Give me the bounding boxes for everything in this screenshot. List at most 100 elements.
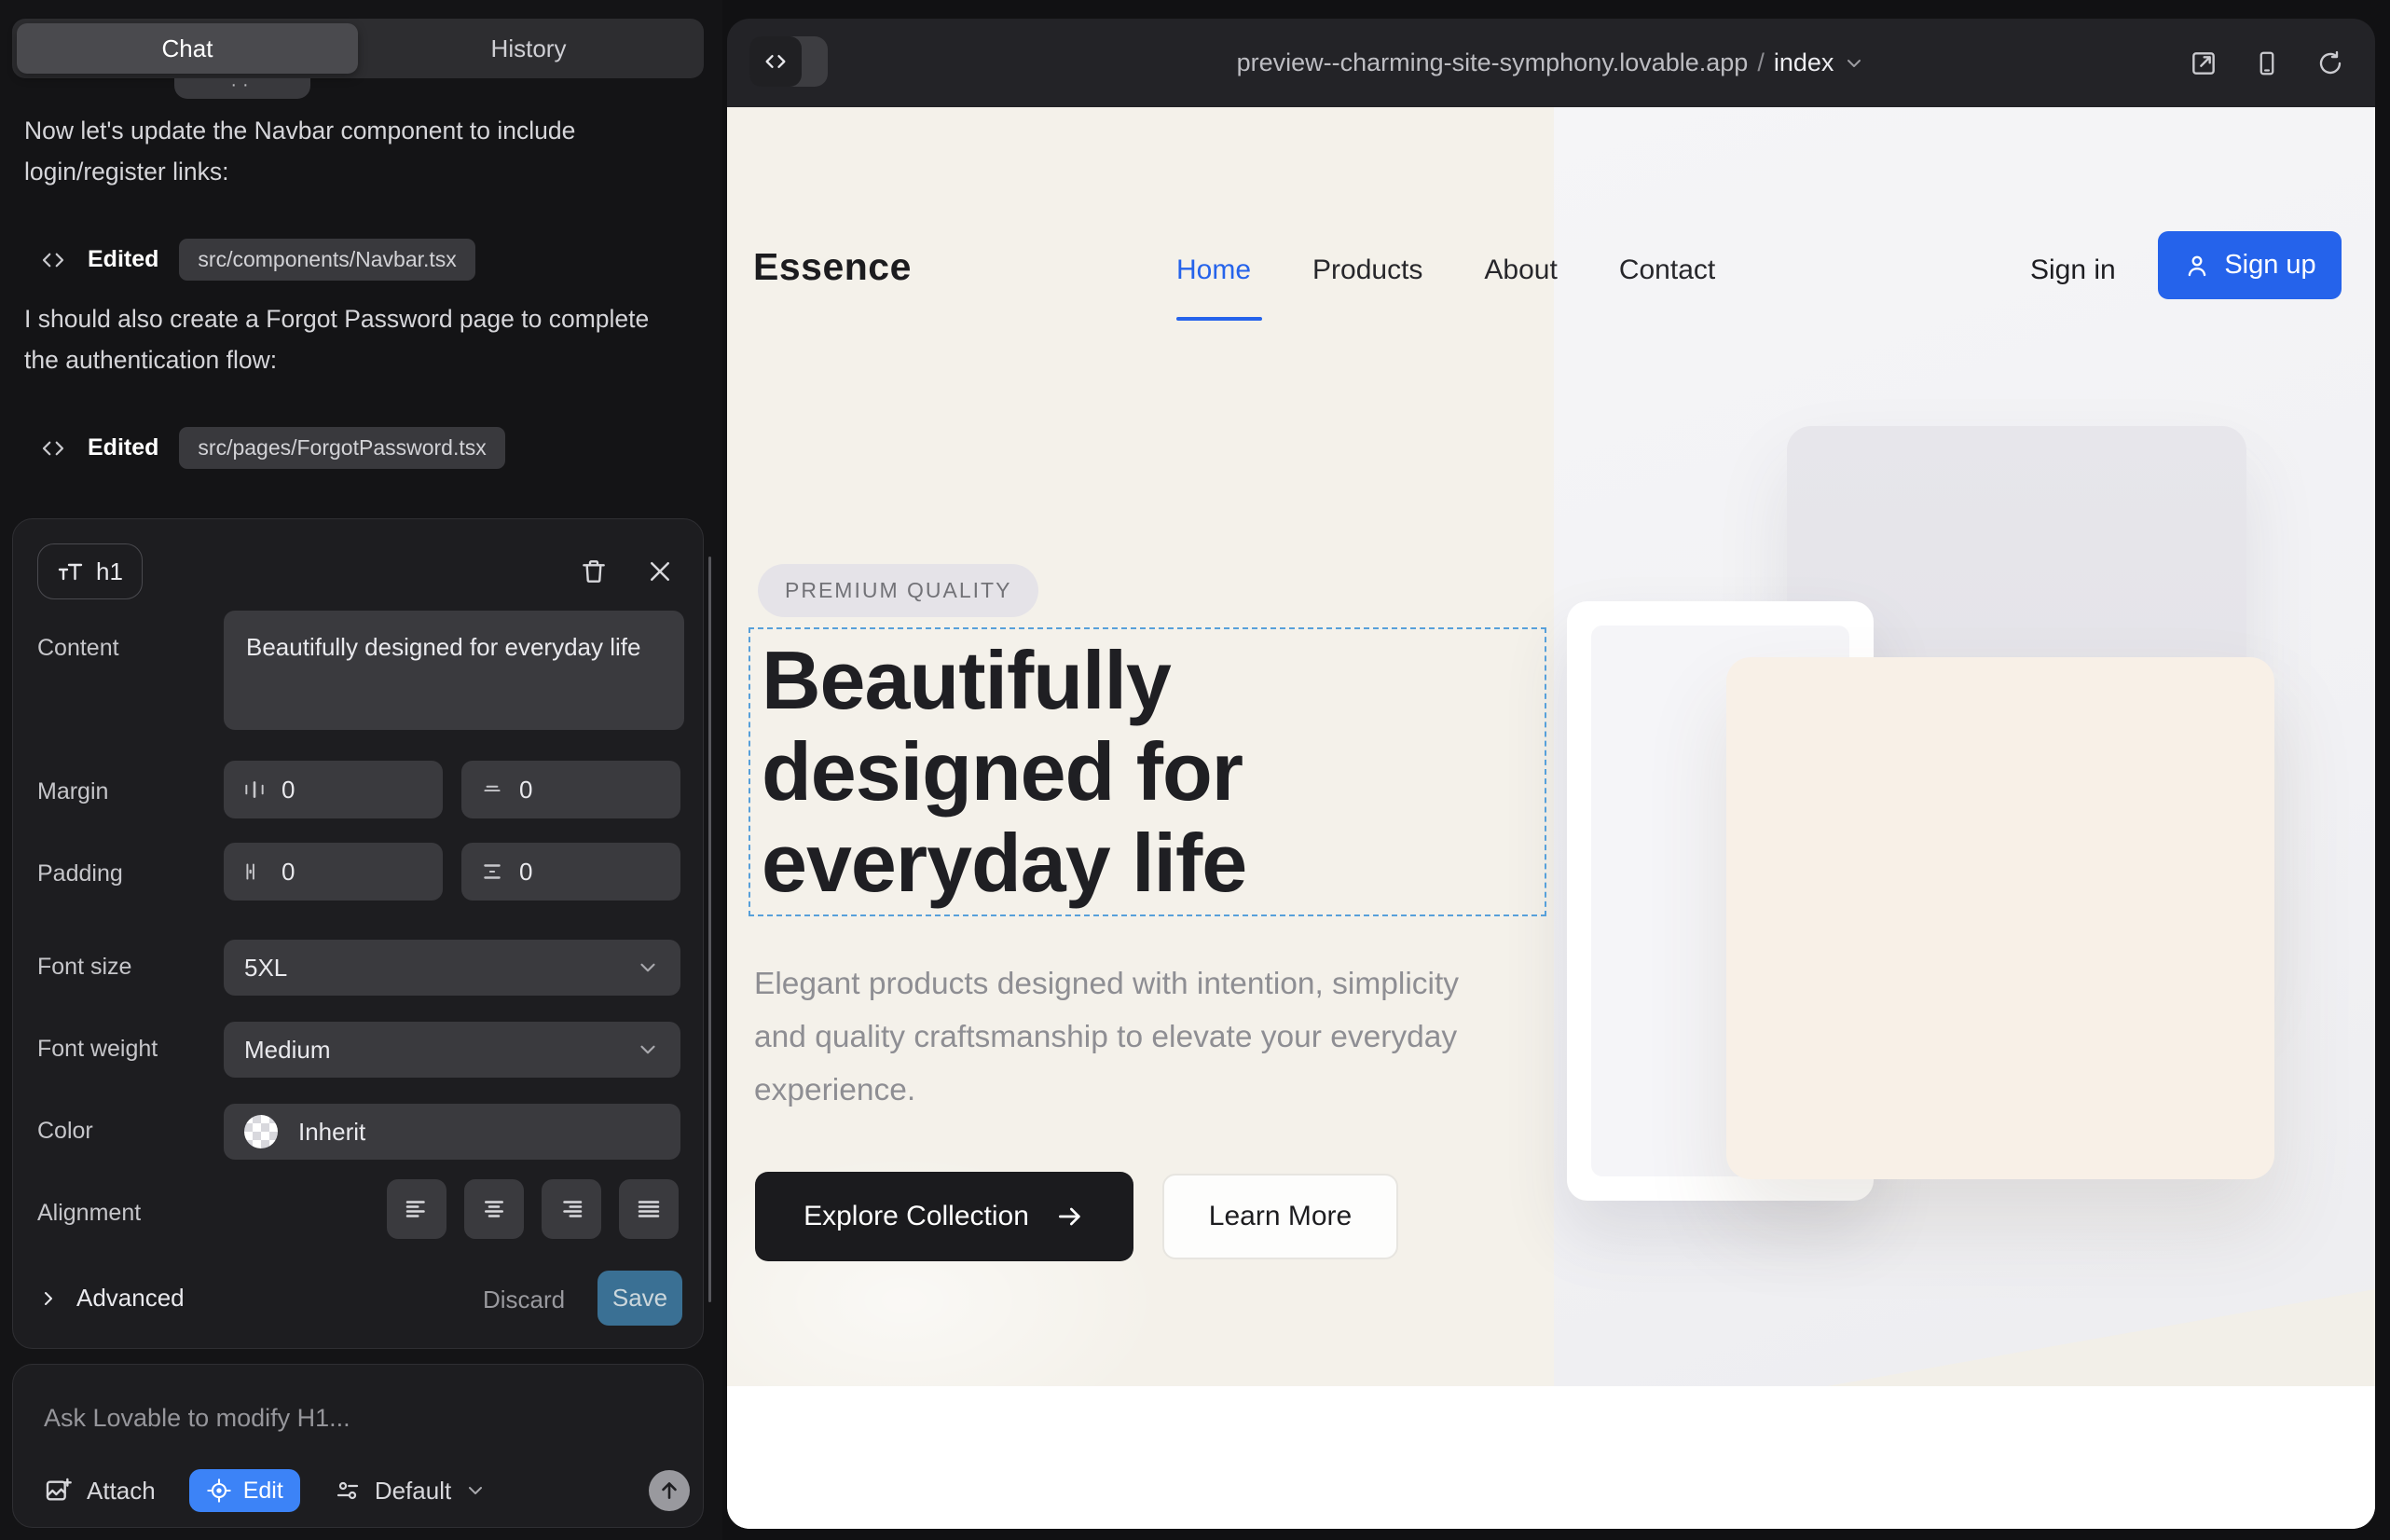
margin-x-value: 0: [282, 776, 295, 804]
margin-horizontal-icon: [242, 777, 267, 802]
panel-scrollbar[interactable]: [708, 557, 711, 1302]
align-center-button[interactable]: [464, 1179, 524, 1239]
headline-line: designed for: [750, 726, 1545, 818]
font-size-select[interactable]: 5XL: [224, 940, 680, 996]
margin-y-input[interactable]: 0: [461, 761, 680, 818]
mobile-view-button[interactable]: [2248, 45, 2286, 82]
sign-in-link[interactable]: Sign in: [2030, 254, 2116, 286]
tab-chat[interactable]: Chat: [17, 23, 358, 74]
headline-line: everyday life: [750, 818, 1545, 909]
attach-label: Attach: [87, 1477, 156, 1506]
align-right-button[interactable]: [542, 1179, 601, 1239]
code-toggle-segment[interactable]: [749, 36, 802, 87]
edited-file-chip[interactable]: src/components/Navbar.tsx: [179, 239, 474, 281]
refresh-button[interactable]: [2312, 45, 2349, 82]
nav-link-contact[interactable]: Contact: [1619, 254, 1715, 286]
edited-file-row: Edited src/pages/ForgotPassword.tsx: [39, 427, 505, 469]
explore-collection-label: Explore Collection: [804, 1201, 1029, 1232]
chevron-down-icon: [636, 1038, 660, 1062]
composer-input[interactable]: Ask Lovable to modify H1...: [44, 1404, 350, 1433]
preview-page: index: [1774, 48, 1834, 77]
content-label: Content: [37, 635, 119, 662]
padding-y-input[interactable]: 0: [461, 843, 680, 901]
save-button[interactable]: Save: [598, 1271, 682, 1326]
alignment-label: Alignment: [37, 1200, 141, 1227]
sign-up-label: Sign up: [2224, 250, 2315, 281]
discard-button[interactable]: Discard: [483, 1286, 565, 1314]
smartphone-icon: [2253, 49, 2281, 77]
element-editor-panel: h1 Content Beautifully designed for ever…: [12, 518, 704, 1349]
sliders-icon: [334, 1477, 362, 1505]
advanced-toggle[interactable]: Advanced: [37, 1284, 185, 1313]
color-select[interactable]: Inherit: [224, 1104, 680, 1160]
code-icon: [762, 48, 789, 75]
selected-element-chip[interactable]: h1: [37, 543, 143, 599]
mode-selector[interactable]: Default: [334, 1477, 487, 1506]
margin-label: Margin: [37, 778, 108, 805]
font-weight-select[interactable]: Medium: [224, 1022, 680, 1078]
decorative-card-cream: [1726, 657, 2274, 1179]
advanced-label: Advanced: [76, 1284, 185, 1313]
ellipsis-dots: ··: [230, 78, 254, 91]
margin-vertical-icon: [480, 777, 504, 802]
hero-headline: Beautifully designed for everyday life: [750, 629, 1545, 909]
section-below-hero: [727, 1386, 2375, 1529]
selected-h1-outline[interactable]: Beautifully designed for everyday life: [749, 627, 1546, 916]
close-icon: [646, 557, 674, 585]
align-justify-button[interactable]: [619, 1179, 679, 1239]
arrow-up-icon: [657, 1478, 681, 1503]
typography-icon: [57, 557, 85, 585]
refresh-icon: [2316, 49, 2344, 77]
color-swatch: [244, 1115, 278, 1148]
mode-label: Default: [375, 1477, 451, 1506]
edit-mode-button[interactable]: Edit: [189, 1469, 300, 1512]
explore-collection-button[interactable]: Explore Collection: [755, 1172, 1133, 1261]
align-center-icon: [480, 1195, 508, 1223]
align-left-button[interactable]: [387, 1179, 446, 1239]
alignment-buttons: [387, 1179, 679, 1239]
collapsed-message-chip[interactable]: ··: [174, 78, 310, 99]
external-link-icon: [2189, 48, 2218, 78]
premium-quality-badge: PREMIUM QUALITY: [758, 564, 1038, 617]
padding-horizontal-icon: [242, 859, 267, 884]
align-right-icon: [557, 1195, 585, 1223]
margin-x-input[interactable]: 0: [224, 761, 443, 818]
open-external-button[interactable]: [2185, 45, 2222, 82]
font-size-value: 5XL: [244, 954, 287, 983]
font-weight-label: Font weight: [37, 1036, 158, 1063]
edited-file-chip[interactable]: src/pages/ForgotPassword.tsx: [179, 427, 504, 469]
chevron-down-icon[interactable]: [1843, 52, 1865, 75]
target-icon: [206, 1478, 232, 1504]
composer: Ask Lovable to modify H1... Attach Edit: [12, 1364, 704, 1528]
padding-label: Padding: [37, 860, 123, 887]
nav-link-products[interactable]: Products: [1312, 254, 1422, 286]
padding-x-input[interactable]: 0: [224, 843, 443, 901]
learn-more-button[interactable]: Learn More: [1162, 1174, 1398, 1259]
code-icon: [39, 246, 67, 274]
active-nav-underline: [1176, 317, 1262, 321]
sign-up-button[interactable]: Sign up: [2158, 231, 2342, 299]
code-preview-toggle[interactable]: [749, 36, 828, 87]
edit-label: Edit: [243, 1478, 283, 1505]
delete-element-button[interactable]: [573, 551, 614, 592]
color-label: Color: [37, 1118, 93, 1145]
app-window: Chat History ·· Now let's update the Nav…: [0, 0, 2390, 1540]
site-logo[interactable]: Essence: [753, 245, 912, 289]
hero-description: Elegant products designed with intention…: [754, 957, 1511, 1117]
chevron-down-icon: [464, 1479, 487, 1502]
url-bar[interactable]: preview--charming-site-symphony.lovable.…: [727, 19, 2375, 107]
align-left-icon: [403, 1195, 431, 1223]
attach-button[interactable]: Attach: [44, 1476, 156, 1506]
user-icon: [2183, 252, 2211, 280]
nav-link-home[interactable]: Home: [1176, 254, 1251, 286]
send-button[interactable]: [649, 1470, 690, 1511]
tab-history[interactable]: History: [358, 23, 699, 74]
nav-link-about[interactable]: About: [1484, 254, 1557, 286]
edited-label: Edited: [88, 246, 158, 273]
chat-message: I should also create a Forgot Password p…: [24, 298, 682, 380]
close-editor-button[interactable]: [639, 551, 680, 592]
headline-line: Beautifully: [750, 635, 1545, 726]
content-input[interactable]: Beautifully designed for everyday life: [224, 611, 684, 730]
preview-browser: preview--charming-site-symphony.lovable.…: [727, 19, 2375, 1529]
edited-label: Edited: [88, 434, 158, 461]
